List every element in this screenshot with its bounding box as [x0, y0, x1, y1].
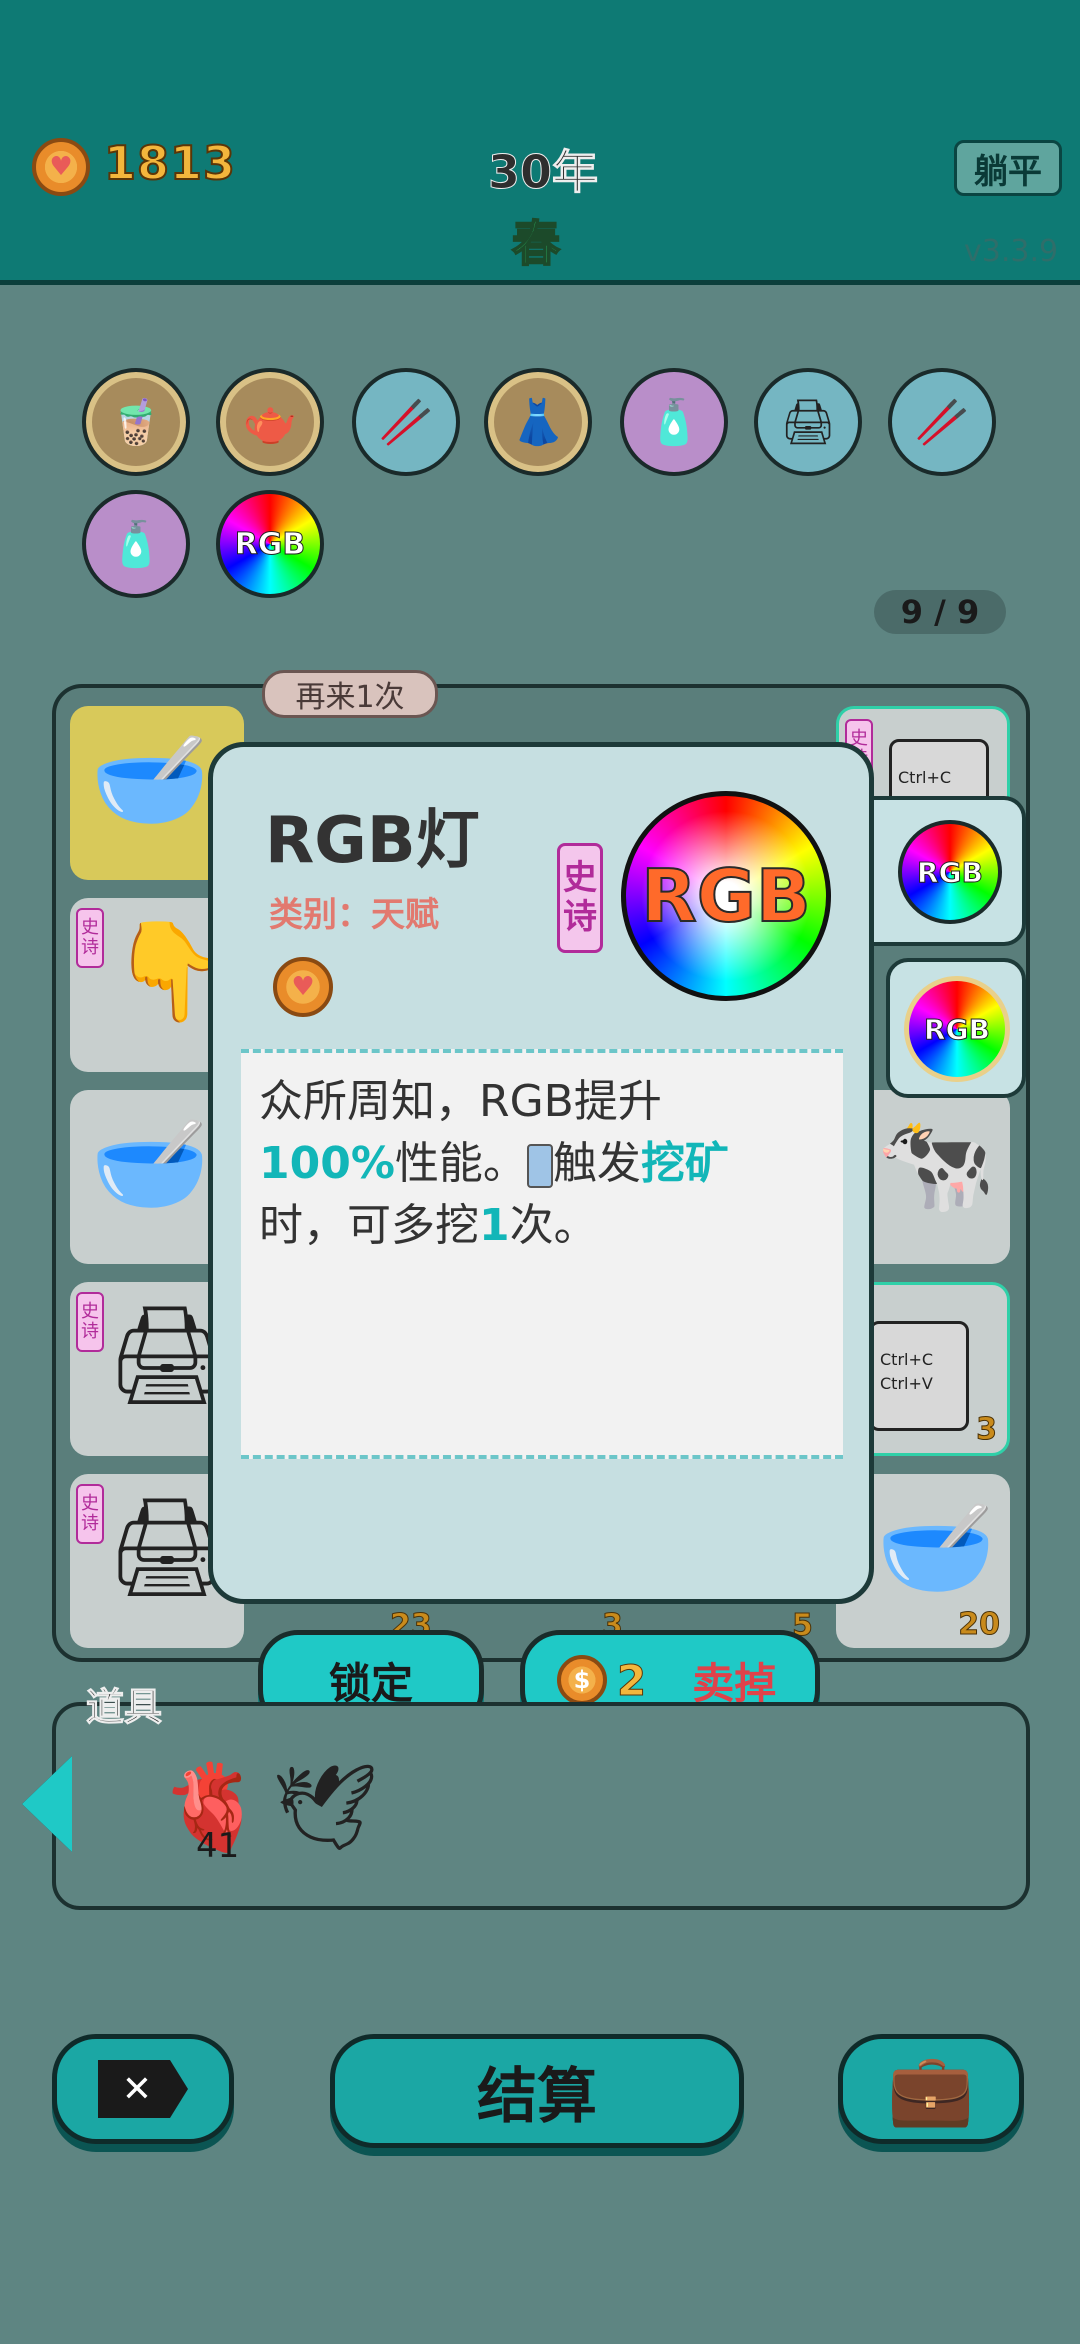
chopsticks-icon[interactable]: 🥢 — [888, 368, 996, 476]
pigeon-item[interactable]: 🕊 — [272, 1758, 379, 1857]
item-count: 3 — [976, 1412, 998, 1448]
epic-rarity-tag: 史诗 — [557, 843, 603, 953]
heart-coin-icon: ♥ — [32, 138, 90, 196]
talent-count: 9 / 9 — [874, 590, 1006, 634]
season-label: 春 — [511, 215, 561, 273]
heart-coin-icon: ♥ — [273, 957, 333, 1017]
props-label: 道具 — [85, 1685, 163, 1730]
soup-bowl-icon: 🥣 — [90, 723, 210, 835]
item-count: 20 — [958, 1607, 1001, 1643]
epic-tag: 史诗 — [76, 1484, 104, 1544]
chopsticks-icon[interactable]: 🥢 — [352, 368, 460, 476]
copy-paste-icon: Ctrl+C Ctrl+V — [869, 1321, 969, 1431]
skirt-icon[interactable]: 👗 — [484, 368, 592, 476]
cow-icon: 🐄 — [876, 1107, 996, 1219]
rgb-light-large-icon: RGB — [621, 791, 831, 1001]
top-bar: ♥ 1813 30年 春 躺平 v3.3.9 — [0, 0, 1080, 285]
item-detail-popup: RGB灯 类别：天赋 ♥ 史诗 RGB 众所周知，RGB提升 100%性能。 触发… — [208, 742, 874, 1604]
dollar-coin-icon: $ — [557, 1655, 607, 1705]
close-icon: ✕ — [98, 2060, 188, 2118]
gold-count: 1813 — [103, 135, 237, 191]
version-label: v3.3.9 — [964, 234, 1059, 269]
gravy-boat-icon[interactable]: 🫖 — [216, 368, 324, 476]
bubble-tea-icon[interactable]: 🧋 — [82, 368, 190, 476]
lie-flat-button[interactable]: 躺平 — [954, 140, 1062, 196]
retry-tooltip: 再来1次 — [262, 670, 438, 718]
selected-item-card[interactable]: RGB — [866, 796, 1026, 946]
description-box: 众所周知，RGB提升 100%性能。 触发挖矿 时，可多挖1次。 — [241, 1049, 843, 1459]
scroll-left-arrow-icon[interactable] — [22, 1756, 72, 1852]
sell-price: 2 — [616, 1655, 647, 1705]
item-count: 41 — [196, 1826, 240, 1866]
soup-bowl-icon: 🥣 — [876, 1491, 996, 1603]
item-title: RGB灯 — [265, 804, 480, 878]
soup-bowl-icon: 🥣 — [90, 1107, 210, 1219]
item-description: 众所周知，RGB提升 100%性能。 触发挖矿 时，可多挖1次。 — [259, 1076, 729, 1251]
rgb-item-card[interactable]: RGB — [886, 958, 1026, 1098]
epic-tag: 史诗 — [76, 908, 104, 968]
breast-pump-icon[interactable]: 🧴 — [82, 490, 190, 598]
settle-button[interactable]: 结算 — [330, 2034, 744, 2148]
breast-pump-icon[interactable]: 🧴 — [620, 368, 728, 476]
rgb-light-icon[interactable]: RGB — [216, 490, 324, 598]
rgb-light-icon: RGB — [898, 820, 1002, 924]
gear-icon — [526, 1144, 553, 1188]
epic-tag: 史诗 — [76, 1292, 104, 1352]
briefcase-icon: 💼 — [887, 2047, 975, 2130]
props-panel: 🫀 41 🕊 — [52, 1702, 1030, 1910]
item-category: 类别：天赋 — [269, 895, 439, 935]
inventory-button[interactable]: 💼 — [838, 2034, 1024, 2144]
year-label: 30年 — [487, 145, 599, 200]
rgb-light-icon: RGB — [904, 976, 1010, 1082]
discard-button[interactable]: ✕ — [52, 2034, 234, 2144]
printer-warning-icon[interactable]: 🖨 — [754, 368, 862, 476]
